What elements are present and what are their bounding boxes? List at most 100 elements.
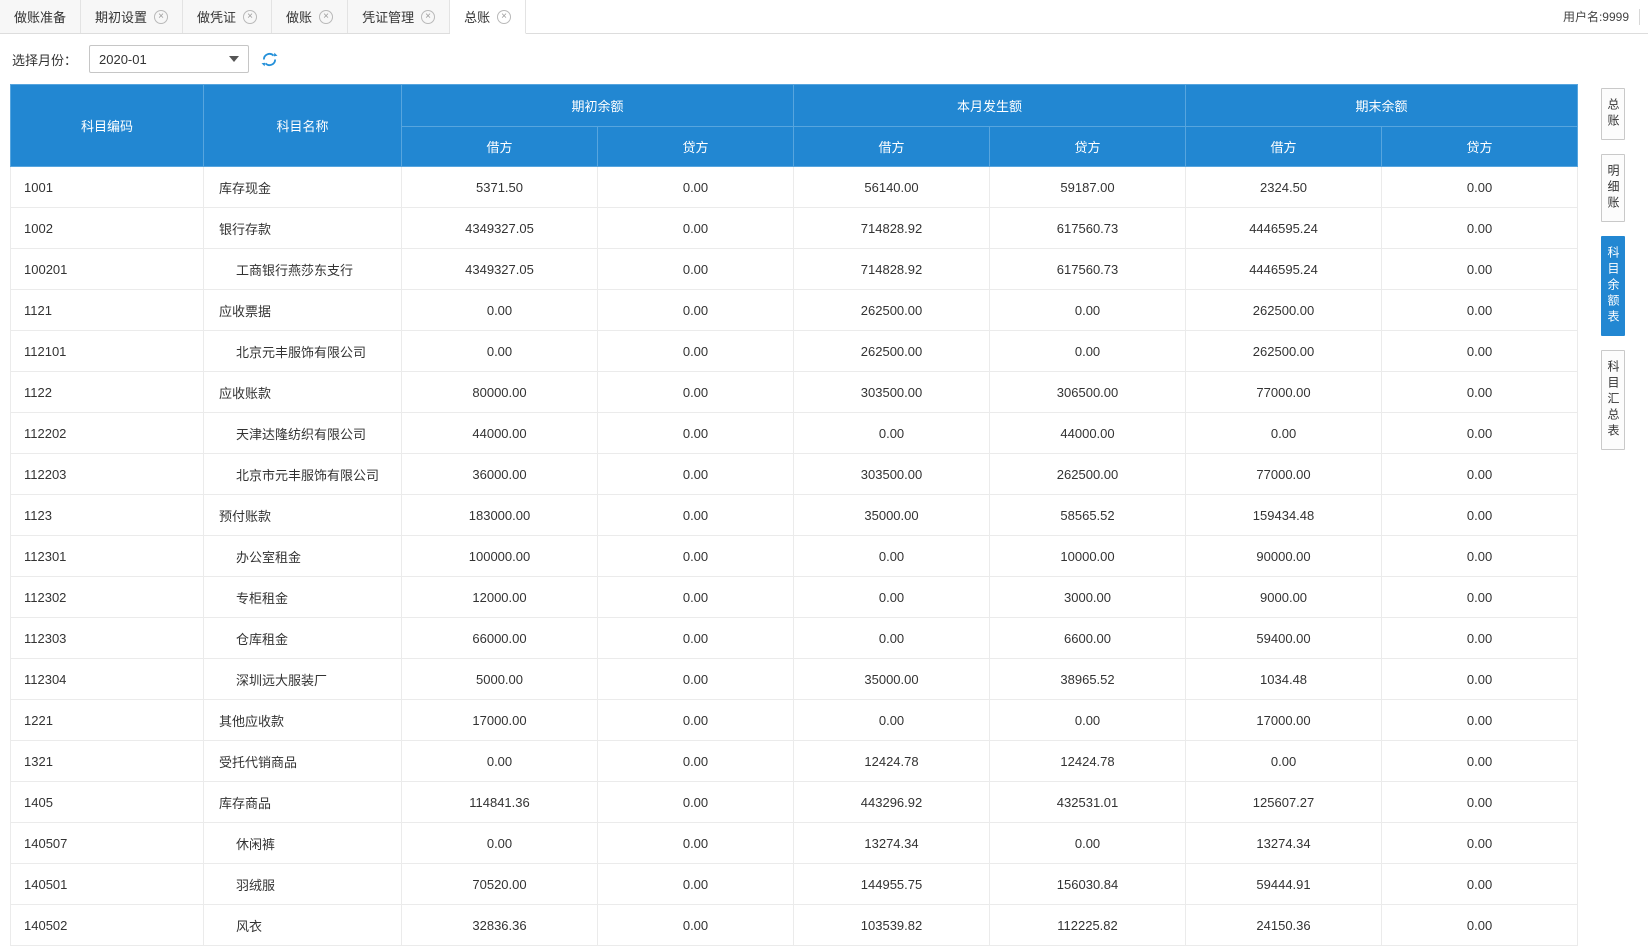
tab-做账[interactable]: 做账 × (272, 0, 349, 33)
side-tab-科目余额表[interactable]: 科目余额表 (1601, 236, 1625, 336)
tab-label: 做账准备 (14, 10, 67, 25)
amount-cell: 0.00 (1381, 494, 1579, 536)
amount-cell: 714828.92 (793, 248, 991, 290)
amount-cell: 100000.00 (401, 535, 598, 577)
amount-cell: 0.00 (793, 617, 991, 659)
close-icon[interactable]: × (154, 9, 169, 24)
amount-cell: 0.00 (597, 330, 795, 372)
tab-label: 凭证管理 (362, 10, 415, 25)
side-tab-科目汇总表[interactable]: 科目汇总表 (1601, 350, 1625, 450)
account-code-cell: 112301 (10, 535, 204, 577)
tab-做账准备[interactable]: 做账准备 (0, 0, 82, 33)
amount-cell: 0.00 (1381, 412, 1579, 454)
table-row[interactable]: 1122 应收账款 80000.00 0.00 303500.00 306500.00 77… (10, 371, 1579, 413)
table-row[interactable]: 112303 仓库租金 66000.00 0.00 0.00 6600.00 59400.0… (10, 617, 1579, 659)
amount-cell: 77000.00 (1185, 453, 1383, 495)
amount-cell: 443296.92 (793, 781, 991, 823)
amount-cell: 35000.00 (793, 658, 991, 700)
amount-cell: 0.00 (597, 699, 795, 741)
refresh-icon[interactable] (261, 51, 278, 68)
account-name-cell: 风衣 (203, 904, 402, 946)
amount-cell: 12424.78 (793, 740, 991, 782)
table-row[interactable]: 112304 深圳远大服装厂 5000.00 0.00 35000.00 38965.52… (10, 658, 1579, 700)
account-code-cell: 1121 (10, 289, 204, 331)
header-ending-balance: 期末余额 (1185, 84, 1579, 127)
username-label: 用户名:9999 (1562, 10, 1629, 24)
amount-cell: 59444.91 (1185, 863, 1383, 905)
header-opening-balance: 期初余额 (400, 84, 795, 127)
account-name-cell: 受托代销商品 (203, 740, 402, 782)
tab-凭证管理[interactable]: 凭证管理 × (348, 0, 451, 33)
account-code-cell: 112202 (10, 412, 204, 454)
amount-cell: 0.00 (597, 658, 795, 700)
table-row[interactable]: 112202 天津达隆纺织有限公司 44000.00 0.00 0.00 44000.00… (10, 412, 1579, 454)
table-row[interactable]: 112302 专柜租金 12000.00 0.00 0.00 3000.00 9000.00… (10, 576, 1579, 618)
close-icon[interactable]: × (319, 9, 334, 24)
amount-cell: 0.00 (597, 904, 795, 946)
account-code-cell: 112101 (10, 330, 204, 372)
amount-cell: 0.00 (597, 576, 795, 618)
account-code-cell: 140502 (10, 904, 204, 946)
account-code-cell: 140501 (10, 863, 204, 905)
account-code-cell: 112203 (10, 453, 204, 495)
table-row[interactable]: 1405 库存商品 114841.36 0.00 443296.92 432531.01 1… (10, 781, 1579, 823)
header-account-name: 科目名称 (203, 84, 402, 167)
close-icon[interactable]: × (497, 9, 512, 24)
table-row[interactable]: 100201 工商银行燕莎东支行 4349327.05 0.00 714828.92 61… (10, 248, 1579, 290)
table-row[interactable]: 140501 羽绒服 70520.00 0.00 144955.75 156030.84 5… (10, 863, 1579, 905)
table-row[interactable]: 1121 应收票据 0.00 0.00 262500.00 0.00 262500.00 0.… (10, 289, 1579, 331)
amount-cell: 617560.73 (989, 248, 1187, 290)
user-info: 用户名:9999 (1549, 0, 1648, 33)
amount-cell: 4349327.05 (401, 207, 598, 249)
amount-cell: 306500.00 (989, 371, 1187, 413)
amount-cell: 0.00 (793, 535, 991, 577)
tab-label: 做账 (286, 10, 313, 25)
table-row[interactable]: 1321 受托代销商品 0.00 0.00 12424.78 12424.78 0.00 0.… (10, 740, 1579, 782)
amount-cell: 0.00 (597, 494, 795, 536)
amount-cell: 0.00 (1381, 289, 1579, 331)
amount-cell: 3000.00 (989, 576, 1187, 618)
amount-cell: 0.00 (1185, 740, 1383, 782)
amount-cell: 183000.00 (401, 494, 598, 536)
table-row[interactable]: 112301 办公室租金 100000.00 0.00 0.00 10000.00 9000… (10, 535, 1579, 577)
month-select[interactable]: 2020-01 (89, 45, 250, 73)
amount-cell: 12000.00 (401, 576, 598, 618)
tab-做凭证[interactable]: 做凭证 × (183, 0, 273, 33)
amount-cell: 6600.00 (989, 617, 1187, 659)
table-row[interactable]: 1002 银行存款 4349327.05 0.00 714828.92 617560.73… (10, 207, 1579, 249)
account-name-cell: 库存商品 (203, 781, 402, 823)
header-credit: 贷方 (596, 126, 795, 167)
amount-cell: 303500.00 (793, 371, 991, 413)
amount-cell: 5371.50 (401, 166, 598, 208)
close-icon[interactable]: × (421, 9, 436, 24)
table-row[interactable]: 1221 其他应收款 17000.00 0.00 0.00 0.00 17000.00 0.0… (10, 699, 1579, 741)
amount-cell: 12424.78 (989, 740, 1187, 782)
amount-cell: 0.00 (597, 617, 795, 659)
amount-cell: 0.00 (1381, 658, 1579, 700)
table-row[interactable]: 140507 休闲裤 0.00 0.00 13274.34 0.00 13274.34 0.0… (10, 822, 1579, 864)
amount-cell: 0.00 (793, 412, 991, 454)
amount-cell: 0.00 (597, 166, 795, 208)
account-name-cell: 北京市元丰服饰有限公司 (203, 453, 402, 495)
amount-cell: 0.00 (401, 330, 598, 372)
tab-期初设置[interactable]: 期初设置 × (81, 0, 184, 33)
side-tab-明细账[interactable]: 明细账 (1601, 154, 1625, 222)
filter-bar: 选择月份： 2020-01 (0, 34, 1648, 84)
tab-总账[interactable]: 总账 × (450, 0, 527, 34)
close-icon[interactable]: × (243, 9, 258, 24)
account-name-cell: 休闲裤 (203, 822, 402, 864)
table-row[interactable]: 140502 风衣 32836.36 0.00 103539.82 112225.82 24… (10, 904, 1579, 946)
amount-cell: 0.00 (989, 822, 1187, 864)
amount-cell: 144955.75 (793, 863, 991, 905)
side-tab-总账[interactable]: 总账 (1601, 88, 1625, 140)
table-row[interactable]: 112101 北京元丰服饰有限公司 0.00 0.00 262500.00 0.00 262… (10, 330, 1579, 372)
amount-cell: 262500.00 (793, 330, 991, 372)
table-row[interactable]: 112203 北京市元丰服饰有限公司 36000.00 0.00 303500.00 26… (10, 453, 1579, 495)
amount-cell: 432531.01 (989, 781, 1187, 823)
amount-cell: 80000.00 (401, 371, 598, 413)
amount-cell: 262500.00 (989, 453, 1187, 495)
table-row[interactable]: 1123 预付账款 183000.00 0.00 35000.00 58565.52 159… (10, 494, 1579, 536)
table-row[interactable]: 1001 库存现金 5371.50 0.00 56140.00 59187.00 2324.… (10, 166, 1579, 208)
account-code-cell: 1002 (10, 207, 204, 249)
amount-cell: 0.00 (793, 699, 991, 741)
